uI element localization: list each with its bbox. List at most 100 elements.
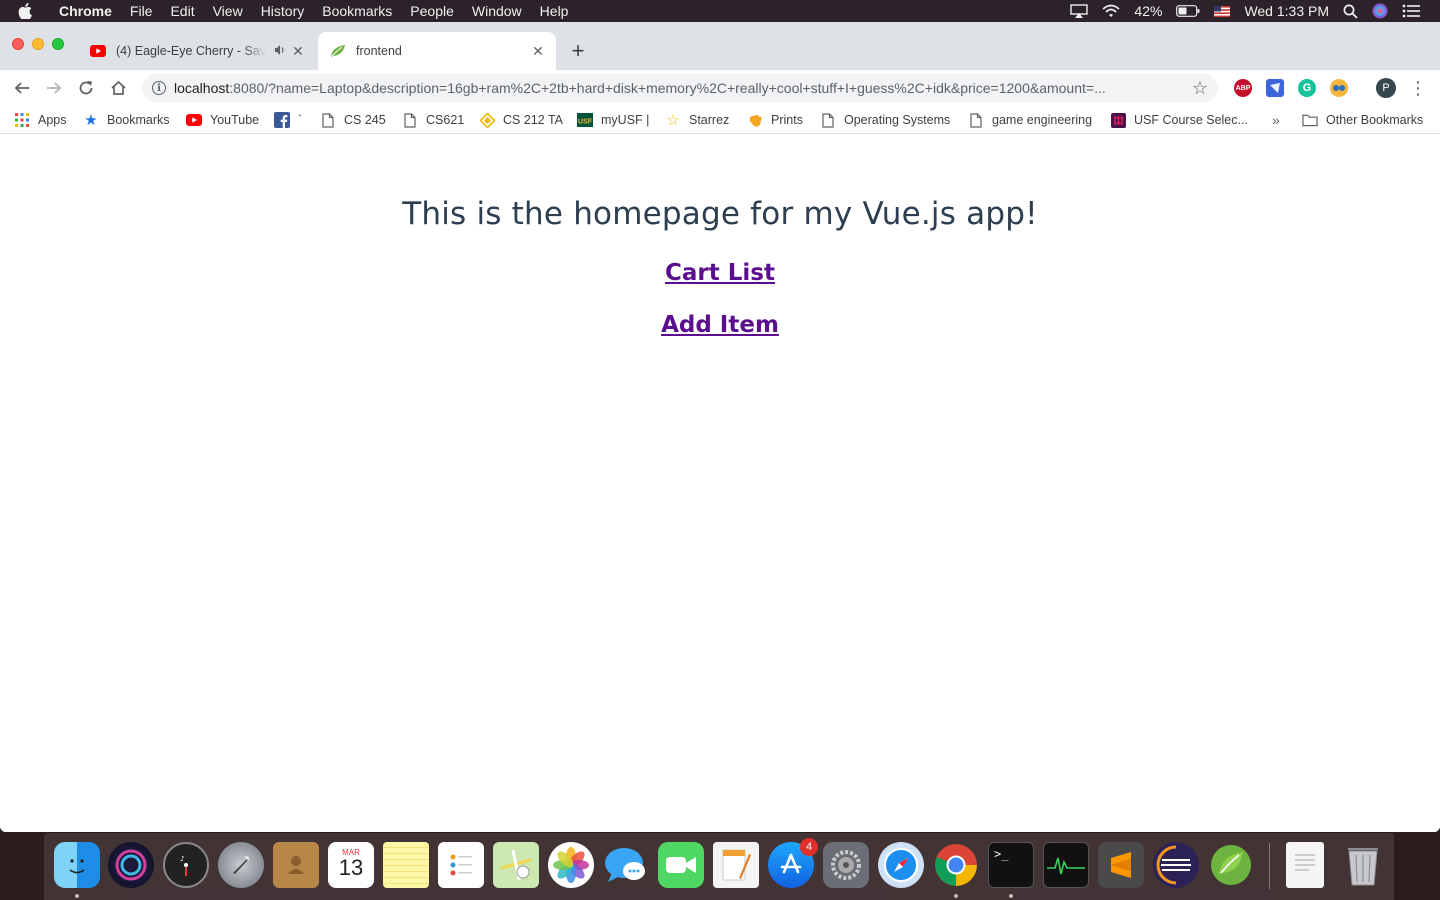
terminal-icon[interactable]: >_: [988, 842, 1034, 888]
spy-extension-icon[interactable]: [1330, 79, 1348, 97]
eclipse-icon[interactable]: [1153, 842, 1199, 888]
photos-icon[interactable]: [548, 842, 594, 888]
bookmark-star-icon[interactable]: ☆: [1192, 78, 1208, 99]
maps-icon[interactable]: [493, 842, 539, 888]
trash-icon[interactable]: [1340, 842, 1386, 888]
bookmark-game-engineering[interactable]: game engineering: [968, 106, 1092, 134]
dashboard-icon[interactable]: ♪: [163, 842, 209, 888]
calendar-icon[interactable]: MAR 13: [328, 842, 374, 888]
bookmark-label: USF Course Selec...: [1134, 113, 1248, 127]
diamond-logo-icon: [479, 112, 495, 128]
window-zoom-button[interactable]: [52, 38, 64, 50]
menu-help[interactable]: Help: [531, 0, 578, 22]
wifi-icon[interactable]: [1102, 4, 1120, 18]
menu-app-name[interactable]: Chrome: [50, 0, 121, 22]
bookmark-starrez[interactable]: ☆ Starrez: [665, 106, 729, 134]
airplay-icon[interactable]: [1070, 4, 1089, 18]
bookmark-usf-course[interactable]: USF Course Selec...: [1110, 106, 1248, 134]
contacts-icon[interactable]: [273, 842, 319, 888]
finder-icon[interactable]: [54, 842, 100, 888]
menu-bookmarks[interactable]: Bookmarks: [313, 0, 401, 22]
launchpad-icon[interactable]: [218, 842, 264, 888]
extension-shield-icon[interactable]: [1266, 79, 1284, 97]
address-url[interactable]: localhost:8080/?name=Laptop&description=…: [174, 80, 1174, 96]
menu-window[interactable]: Window: [463, 0, 531, 22]
vue-leaf-icon: [330, 43, 346, 59]
bookmark-label: Starrez: [689, 113, 730, 127]
bookmark-cs245[interactable]: CS 245: [320, 106, 386, 134]
page-content: This is the homepage for my Vue.js app! …: [0, 134, 1440, 832]
page-heading: This is the homepage for my Vue.js app!: [402, 196, 1038, 232]
menu-view[interactable]: View: [204, 0, 252, 22]
pages-icon[interactable]: [713, 842, 759, 888]
app-store-icon[interactable]: 4: [768, 838, 818, 888]
apple-menu-icon[interactable]: [0, 3, 50, 19]
siri-dock-icon[interactable]: [108, 842, 154, 888]
youtube-icon: [186, 112, 202, 128]
bookmark-cs621[interactable]: CS621: [402, 106, 464, 134]
sublime-text-icon[interactable]: [1098, 842, 1144, 888]
menu-file[interactable]: File: [121, 0, 162, 22]
google-chrome-icon[interactable]: [933, 842, 979, 888]
bookmark-myusf[interactable]: USF myUSF |: [577, 106, 649, 134]
reload-icon[interactable]: [74, 76, 98, 100]
activity-monitor-icon[interactable]: [1043, 842, 1089, 888]
menu-people[interactable]: People: [401, 0, 463, 22]
siri-icon[interactable]: [1372, 3, 1388, 19]
site-info-icon[interactable]: i: [152, 81, 166, 95]
docx-document-icon[interactable]: [1286, 842, 1324, 888]
menu-edit[interactable]: Edit: [161, 0, 203, 22]
tab-title: frontend: [356, 44, 402, 58]
menu-history[interactable]: History: [252, 0, 314, 22]
forward-arrow-icon[interactable]: [42, 76, 66, 100]
bookmark-facebook[interactable]: `: [274, 106, 302, 134]
bookmarks-overflow-button[interactable]: »: [1272, 106, 1280, 134]
speaker-icon[interactable]: [274, 44, 286, 59]
window-close-button[interactable]: [12, 38, 24, 50]
home-icon[interactable]: [106, 76, 130, 100]
address-bar[interactable]: i localhost:8080/?name=Laptop&descriptio…: [142, 74, 1218, 102]
bookmark-label: CS 245: [344, 113, 386, 127]
notification-center-icon[interactable]: [1402, 4, 1420, 18]
macos-menu-bar: Chrome File Edit View History Bookmarks …: [0, 0, 1440, 22]
url-host: localhost: [174, 80, 230, 96]
star-icon: ★: [84, 112, 98, 129]
bookmark-other-bookmarks[interactable]: Other Bookmarks: [1302, 106, 1423, 134]
reminders-icon[interactable]: [438, 842, 484, 888]
browser-toolbar: i localhost:8080/?name=Laptop&descriptio…: [0, 70, 1440, 106]
bookmark-operating-systems[interactable]: Operating Systems: [820, 106, 950, 134]
bookmark-youtube[interactable]: YouTube: [186, 106, 259, 134]
tab-youtube[interactable]: (4) Eagle-Eye Cherry - Save Tonight ✕: [82, 32, 316, 70]
grammarly-icon[interactable]: G: [1298, 79, 1316, 97]
spotlight-search-icon[interactable]: [1343, 4, 1358, 19]
window-minimize-button[interactable]: [32, 38, 44, 50]
us-flag-icon[interactable]: [1214, 5, 1231, 17]
cart-list-link[interactable]: Cart List: [665, 260, 775, 286]
bookmark-label: YouTube: [210, 113, 260, 127]
tab-close-icon[interactable]: ✕: [530, 43, 546, 59]
spring-tool-suite-icon[interactable]: [1208, 842, 1254, 888]
bookmark-apps[interactable]: Apps: [14, 106, 67, 134]
battery-icon[interactable]: [1176, 5, 1200, 17]
tab-close-icon[interactable]: ✕: [290, 43, 306, 59]
notes-icon[interactable]: [383, 842, 429, 888]
calendar-day: 13: [338, 854, 364, 880]
apps-grid-icon: [14, 112, 30, 128]
new-tab-button[interactable]: +: [566, 39, 590, 63]
chrome-menu-icon[interactable]: ⋮: [1409, 76, 1427, 100]
adblock-plus-icon[interactable]: ABP: [1234, 79, 1252, 97]
profile-avatar[interactable]: P: [1376, 78, 1396, 98]
messages-icon[interactable]: [603, 842, 649, 888]
bookmark-label: Prints: [771, 113, 803, 127]
bookmark-prints[interactable]: Prints: [747, 106, 803, 134]
system-preferences-icon[interactable]: [823, 842, 869, 888]
bookmark-bookmarks[interactable]: ★ Bookmarks: [83, 106, 169, 134]
bookmark-cs212-ta[interactable]: CS 212 TA: [479, 106, 563, 134]
tab-frontend[interactable]: frontend ✕: [318, 32, 556, 70]
back-arrow-icon[interactable]: [10, 76, 34, 100]
running-indicator: [954, 894, 958, 898]
safari-icon[interactable]: [878, 842, 924, 888]
facetime-icon[interactable]: [658, 842, 704, 888]
menubar-clock[interactable]: Wed 1:33 PM: [1244, 3, 1329, 19]
add-item-link[interactable]: Add Item: [661, 312, 779, 338]
